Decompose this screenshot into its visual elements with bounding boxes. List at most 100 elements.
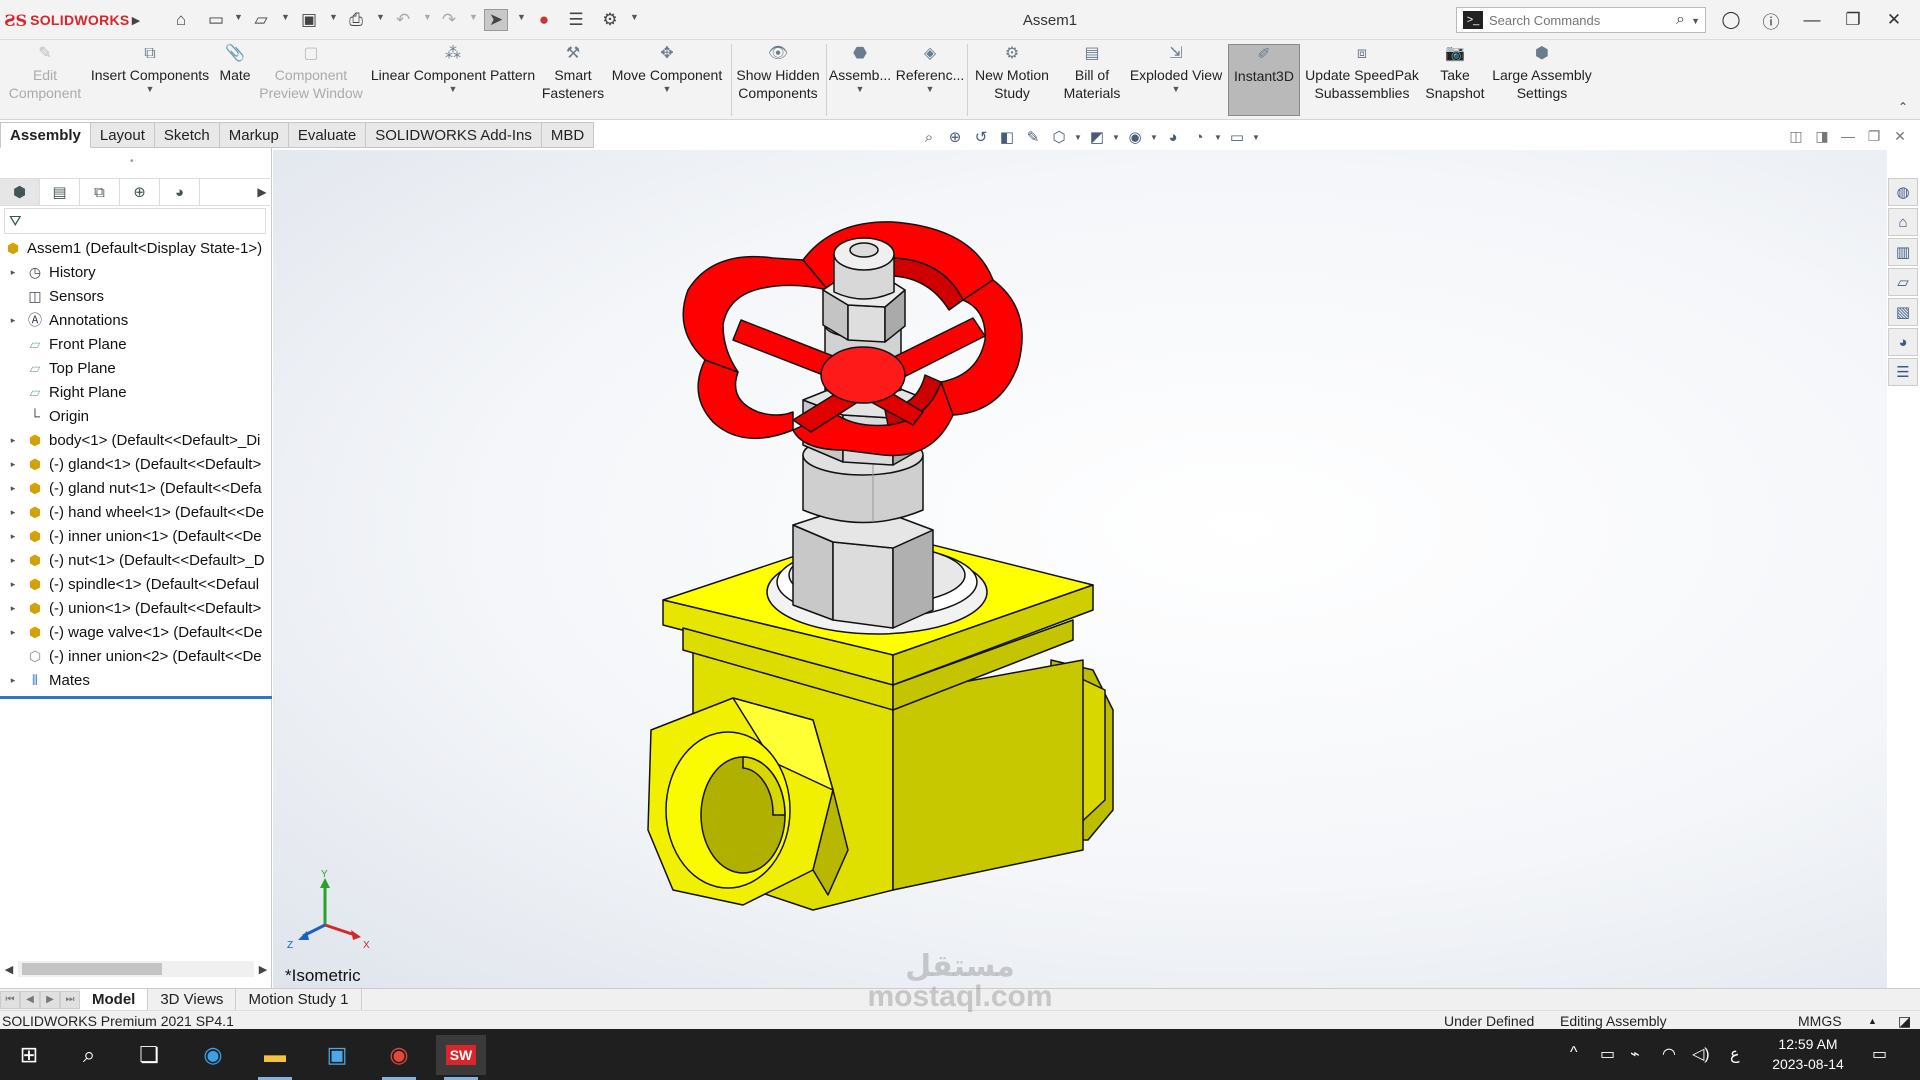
print-icon[interactable]: ⎙	[344, 9, 368, 31]
tab-3d-views[interactable]: 3D Views	[148, 988, 237, 1011]
edge-browser-icon[interactable]: ◉	[188, 1035, 238, 1075]
tree-item-body[interactable]: ▸ ⬢ body<1> (Default<<Default>_Di	[0, 428, 272, 452]
orientation-triad[interactable]: Y X Z	[285, 870, 375, 950]
save-icon[interactable]: ▣	[297, 9, 321, 31]
scroll-left-icon[interactable]: ◀	[0, 963, 18, 976]
folder-icon[interactable]: ▱	[1888, 268, 1918, 296]
task-view-icon[interactable]: ❏	[124, 1035, 174, 1075]
new-motion-study-button[interactable]: ⚙ New Motion Study	[970, 44, 1054, 116]
search-commands-box[interactable]: >_ ⌕ ▼	[1456, 7, 1706, 33]
meet-now-icon[interactable]: ▭	[1600, 1044, 1615, 1064]
property-manager-tab-icon[interactable]: ▤	[40, 179, 80, 205]
first-tab-icon[interactable]: ⏮	[0, 990, 20, 1009]
expand-icon[interactable]: ▸	[7, 579, 19, 590]
tree-item-annotations[interactable]: ▸ Ⓐ Annotations	[0, 308, 272, 332]
insert-components-button[interactable]: ⧉ Insert Components ▼	[88, 44, 212, 116]
help-icon[interactable]: ⓘ	[1756, 9, 1786, 32]
custom-properties-icon[interactable]: ☰	[1888, 358, 1918, 386]
valve-assembly-model[interactable]	[273, 150, 1887, 988]
hide-show-items-icon[interactable]: ◉	[1124, 127, 1146, 147]
tab-addins[interactable]: SOLIDWORKS Add-Ins	[366, 122, 542, 148]
tree-item-gland[interactable]: ▸ ⬢ (-) gland<1> (Default<<Default>	[0, 452, 272, 476]
tree-item-history[interactable]: ▸ ◷ History	[0, 260, 272, 284]
insert-components-dropdown-icon[interactable]: ▼	[146, 84, 155, 94]
search-dropdown-icon[interactable]: ▼	[1691, 16, 1700, 26]
tree-item-hand-wheel[interactable]: ▸ ⬢ (-) hand wheel<1> (Default<<De	[0, 500, 272, 524]
tab-motion-study-1[interactable]: Motion Study 1	[236, 988, 362, 1011]
tab-layout[interactable]: Layout	[90, 122, 155, 148]
solidworks-resources-icon[interactable]: ◍	[1888, 178, 1918, 206]
home-icon[interactable]: ⌂	[169, 9, 193, 31]
tab-sketch[interactable]: Sketch	[154, 122, 220, 148]
solidworks-logo[interactable]: ƧS SOLIDWORKS	[4, 10, 130, 30]
expand-icon[interactable]: ▸	[7, 459, 19, 470]
section-view-icon[interactable]: ◧	[996, 127, 1018, 147]
file-explorer-icon[interactable]: ▥	[1888, 238, 1918, 266]
exploded-view-button[interactable]: ⇲ Exploded View ▼	[1128, 44, 1224, 116]
linear-pattern-dropdown-icon[interactable]: ▼	[449, 84, 458, 94]
viewport-restore-icon[interactable]: ❐	[1864, 128, 1884, 145]
search-commands-input[interactable]	[1489, 12, 1659, 28]
tree-horizontal-scrollbar[interactable]: ◀ ▶	[0, 960, 272, 978]
exploded-view-dropdown-icon[interactable]: ▼	[1172, 84, 1181, 94]
instant3d-button[interactable]: ✐ Instant3D	[1228, 44, 1300, 116]
scroll-right-icon[interactable]: ▶	[254, 963, 272, 976]
tab-evaluate[interactable]: Evaluate	[288, 122, 367, 148]
tree-item-wage-valve[interactable]: ▸ ⬢ (-) wage valve<1> (Default<<De	[0, 620, 272, 644]
tree-item-spindle[interactable]: ▸ ⬢ (-) spindle<1> (Default<<Defaul	[0, 572, 272, 596]
reference-geometry-dropdown-icon[interactable]: ▼	[926, 84, 935, 94]
assembly-features-button[interactable]: ⬣ Assemb... ▼	[828, 44, 892, 116]
feature-tree-tab-icon[interactable]: ⬢	[0, 179, 40, 205]
tab-assembly[interactable]: Assembly	[0, 122, 91, 148]
options-gear-icon[interactable]: ⚙	[598, 9, 622, 31]
tree-item-right-plane[interactable]: ▱ Right Plane	[0, 380, 272, 404]
select-dropdown-icon[interactable]: ▼	[517, 12, 526, 22]
file-explorer-icon[interactable]: ▬	[250, 1035, 300, 1080]
open-folder-icon[interactable]: ▱	[249, 9, 273, 31]
viewport-close-icon[interactable]: ✕	[1890, 128, 1910, 145]
display-manager-tab-icon[interactable]: ◕	[160, 179, 200, 205]
tree-item-inner-union-2[interactable]: ⬡ (-) inner union<2> (Default<<De	[0, 644, 272, 668]
move-component-dropdown-icon[interactable]: ▼	[663, 84, 672, 94]
zoom-to-area-icon[interactable]: ⊕	[944, 127, 966, 147]
tree-item-origin[interactable]: └ Origin	[0, 404, 272, 428]
show-hidden-icons-icon[interactable]: ^	[1570, 1044, 1578, 1062]
dynamic-annotation-icon[interactable]: ✎	[1022, 127, 1044, 147]
edit-component-button[interactable]: ✎ Edit Component	[4, 44, 86, 116]
menu-expand-icon[interactable]: ▶	[124, 9, 148, 31]
new-document-icon[interactable]: ▭	[204, 9, 228, 31]
more-tabs-icon[interactable]: ▶	[252, 179, 272, 205]
tab-model[interactable]: Model	[80, 988, 149, 1011]
select-cursor-icon[interactable]: ➤	[484, 9, 508, 31]
collapse-ribbon-icon[interactable]: ⌃	[1898, 100, 1908, 114]
tree-item-front-plane[interactable]: ▱ Front Plane	[0, 332, 272, 356]
last-tab-icon[interactable]: ⏭	[60, 990, 80, 1009]
tree-item-inner-union-1[interactable]: ▸ ⬢ (-) inner union<1> (Default<<De	[0, 524, 272, 548]
large-assembly-settings-button[interactable]: ⬢ Large Assembly Settings	[1490, 44, 1594, 116]
assembly-features-dropdown-icon[interactable]: ▼	[856, 84, 865, 94]
apply-scene-icon[interactable]: ◔	[1188, 127, 1210, 147]
file-properties-icon[interactable]: ☰	[564, 9, 588, 31]
tree-filter[interactable]: ⛛	[4, 208, 266, 234]
design-library-icon[interactable]: ⌂	[1888, 208, 1918, 236]
tree-root-assembly[interactable]: ⬢ Assem1 (Default<Display State-1>)	[0, 236, 272, 260]
viewport-split-icon[interactable]: ◨	[1812, 128, 1832, 145]
view-settings-icon[interactable]: ▭	[1226, 127, 1248, 147]
display-style-icon[interactable]: ◩	[1086, 127, 1108, 147]
options-dropdown-icon[interactable]: ▼	[630, 12, 639, 22]
viewport-minimize-icon[interactable]: —	[1838, 128, 1858, 144]
tree-item-sensors[interactable]: ◫ Sensors	[0, 284, 272, 308]
close-icon[interactable]: ✕	[1879, 9, 1909, 31]
next-tab-icon[interactable]: ▶	[40, 990, 60, 1009]
configuration-manager-tab-icon[interactable]: ⧉	[80, 179, 120, 205]
view-orientation-icon[interactable]: ⬡	[1048, 127, 1070, 147]
view-palette-icon[interactable]: ▧	[1888, 298, 1918, 326]
restore-icon[interactable]: ❐	[1838, 9, 1868, 31]
tree-item-nut[interactable]: ▸ ⬢ (-) nut<1> (Default<<Default>_D	[0, 548, 272, 572]
bill-of-materials-button[interactable]: ▤ Bill of Materials	[1058, 44, 1126, 116]
expand-icon[interactable]: ▸	[7, 267, 19, 278]
linear-component-pattern-button[interactable]: ⁂ Linear Component Pattern ▼	[368, 44, 538, 116]
expand-icon[interactable]: ▸	[7, 603, 19, 614]
reference-geometry-button[interactable]: ◈ Referenc... ▼	[896, 44, 964, 116]
save-dropdown-icon[interactable]: ▼	[329, 12, 338, 22]
